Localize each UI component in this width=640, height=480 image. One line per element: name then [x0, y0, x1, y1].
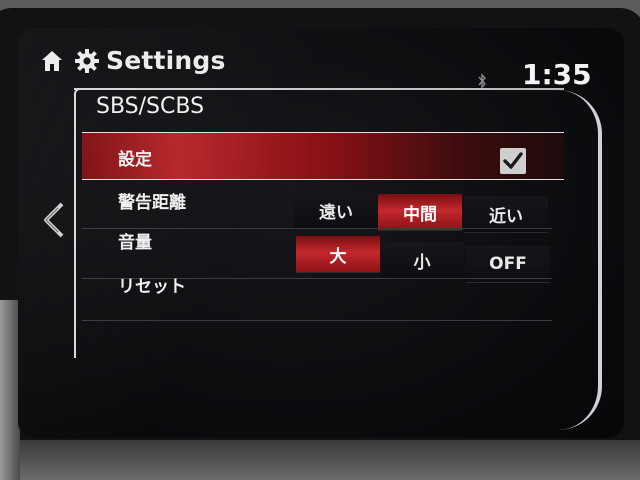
- list-frame-top: [74, 88, 564, 90]
- section-title: SBS/SCBS: [96, 94, 205, 119]
- warning-distance-label: 警告距離: [118, 193, 186, 213]
- infotainment-screen: Settings 1:35 SBS/SCBS 設定 警告距離 遠い 中間 近い …: [18, 28, 624, 438]
- volume-label: 音量: [118, 233, 152, 253]
- clock: 1:35: [522, 58, 592, 91]
- setting-row[interactable]: 設定: [82, 132, 564, 180]
- checkmark-icon: [503, 152, 523, 169]
- setting-label: 設定: [118, 150, 152, 170]
- volume-row: 音量 大 小 OFF: [82, 224, 564, 283]
- dashboard-left: [0, 300, 20, 480]
- reset-row[interactable]: リセット: [82, 266, 564, 310]
- page-title: Settings: [106, 46, 226, 75]
- reset-label: リセット: [118, 277, 186, 297]
- home-icon[interactable]: [40, 49, 64, 73]
- gear-icon: [75, 49, 99, 73]
- enable-checkbox[interactable]: [500, 148, 526, 174]
- warning-distance-row: 警告距離 遠い 中間 近い: [82, 180, 564, 233]
- list-frame-left: [74, 88, 82, 358]
- scrollbar[interactable]: [558, 90, 602, 430]
- dashboard-lower: [0, 440, 640, 480]
- row-divider: [82, 320, 552, 321]
- back-button[interactable]: [38, 198, 70, 242]
